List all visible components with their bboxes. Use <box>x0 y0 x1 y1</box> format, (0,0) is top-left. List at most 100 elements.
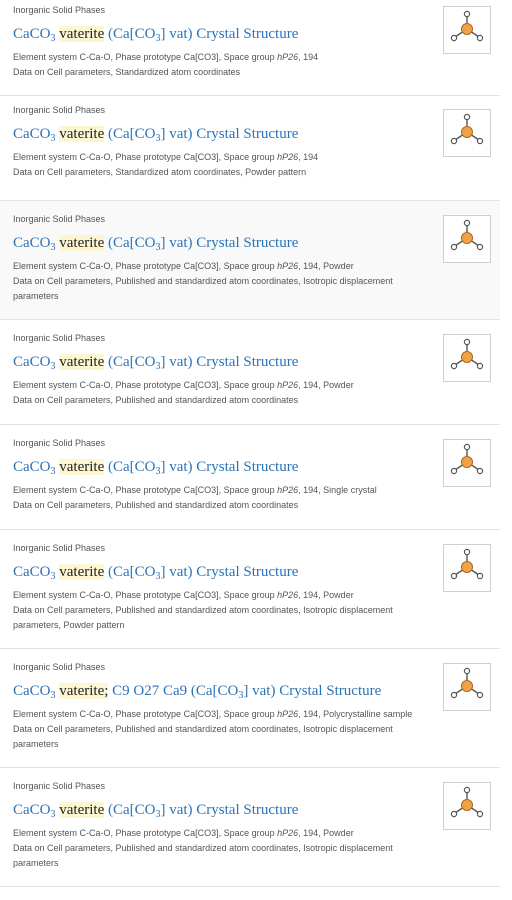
crystal-structure-icon <box>450 548 484 580</box>
crystal-structure-thumbnail[interactable] <box>443 663 491 711</box>
meta-system-text: Element system C-Ca-O, Phase prototype C… <box>13 485 278 495</box>
result-title-link[interactable]: CaCO3 vaterite (Ca[CO3] vat) Crystal Str… <box>13 235 299 253</box>
title-suffix: ] vat) Crystal Structure <box>160 354 299 370</box>
formula-subscript: 3 <box>50 690 56 701</box>
prototype-text: (Ca[CO <box>107 26 156 42</box>
meta-line-2: Data on Cell parameters, Published and s… <box>13 276 393 286</box>
meta-system-text: Element system C-Ca-O, Phase prototype C… <box>13 152 278 162</box>
result-category: Inorganic Solid Phases <box>13 781 106 791</box>
meta-line-2: Data on Cell parameters, Published and s… <box>13 724 393 734</box>
meta-space-group-number: , 194, Polycrystalline sample <box>298 709 413 719</box>
meta-line-3: parameters, Powder pattern <box>13 620 125 630</box>
meta-space-group-number: , 194, Powder <box>298 261 354 271</box>
result-title-link[interactable]: CaCO3 vaterite; C9 O27 Ca9 (Ca[CO3] vat)… <box>13 683 381 701</box>
result-meta: Element system C-Ca-O, Phase prototype C… <box>13 378 413 408</box>
result-category: Inorganic Solid Phases <box>13 105 106 115</box>
result-meta: Element system C-Ca-O, Phase prototype C… <box>13 707 413 752</box>
formula-subscript: 3 <box>50 133 56 144</box>
formula-text: CaCO <box>13 26 51 42</box>
space-group-symbol: hP26 <box>277 828 299 838</box>
result-item: Inorganic Solid Phases CaCO3 vaterite (C… <box>0 530 500 649</box>
result-title-link[interactable]: CaCO3 vaterite (Ca[CO3] vat) Crystal Str… <box>13 126 299 144</box>
meta-space-group-number: , 194, Powder <box>298 590 354 600</box>
meta-line-3: parameters <box>13 739 59 749</box>
crystal-structure-thumbnail[interactable] <box>443 6 491 54</box>
meta-line-1: Element system C-Ca-O, Phase prototype C… <box>13 378 413 393</box>
space-group-symbol: hP26 <box>277 590 299 600</box>
crystal-structure-thumbnail[interactable] <box>443 544 491 592</box>
meta-system-text: Element system C-Ca-O, Phase prototype C… <box>13 590 278 600</box>
search-highlight: vaterite <box>59 459 105 475</box>
meta-line-1: Element system C-Ca-O, Phase prototype C… <box>13 707 413 722</box>
result-title-link[interactable]: CaCO3 vaterite (Ca[CO3] vat) Crystal Str… <box>13 26 299 44</box>
result-category: Inorganic Solid Phases <box>13 543 106 553</box>
prototype-text: (Ca[CO <box>107 802 156 818</box>
formula-subscript: 3 <box>50 242 56 253</box>
search-highlight: vaterite <box>59 564 105 580</box>
search-highlight: vaterite <box>59 235 105 251</box>
crystal-structure-thumbnail[interactable] <box>443 215 491 263</box>
result-title-link[interactable]: CaCO3 vaterite (Ca[CO3] vat) Crystal Str… <box>13 459 299 477</box>
result-meta: Element system C-Ca-O, Phase prototype C… <box>13 483 413 513</box>
crystal-structure-thumbnail[interactable] <box>443 782 491 830</box>
result-category: Inorganic Solid Phases <box>13 438 106 448</box>
crystal-structure-icon <box>450 667 484 699</box>
result-meta: Element system C-Ca-O, Phase prototype C… <box>13 150 413 180</box>
result-title-link[interactable]: CaCO3 vaterite (Ca[CO3] vat) Crystal Str… <box>13 564 298 582</box>
result-item: Inorganic Solid Phases CaCO3 vaterite; C… <box>0 649 500 768</box>
result-meta: Element system C-Ca-O, Phase prototype C… <box>13 50 413 80</box>
meta-space-group-number: , 194, Powder <box>298 828 354 838</box>
crystal-structure-thumbnail[interactable] <box>443 334 491 382</box>
result-category: Inorganic Solid Phases <box>13 333 106 343</box>
search-results-list: Inorganic Solid Phases CaCO3 vaterite (C… <box>0 0 500 887</box>
search-highlight: vaterite <box>59 354 105 370</box>
prototype-text: (Ca[CO <box>107 564 156 580</box>
formula-text: CaCO <box>13 683 51 699</box>
result-item: Inorganic Solid Phases CaCO3 vaterite (C… <box>0 96 500 201</box>
meta-system-text: Element system C-Ca-O, Phase prototype C… <box>13 709 278 719</box>
prototype-text: (Ca[CO <box>107 126 156 142</box>
meta-system-text: Element system C-Ca-O, Phase prototype C… <box>13 52 278 62</box>
space-group-symbol: hP26 <box>277 152 299 162</box>
meta-line-2: Data on Cell parameters, Published and s… <box>13 843 393 853</box>
space-group-symbol: hP26 <box>277 261 299 271</box>
meta-line-2: Data on Cell parameters, Published and s… <box>13 500 299 510</box>
meta-line-3: parameters <box>13 291 59 301</box>
formula-subscript: 3 <box>50 33 56 44</box>
crystal-structure-icon <box>450 113 484 145</box>
meta-line-2: Data on Cell parameters, Standardized at… <box>13 167 307 177</box>
result-title-link[interactable]: CaCO3 vaterite (Ca[CO3] vat) Crystal Str… <box>13 354 299 372</box>
space-group-symbol: hP26 <box>277 380 299 390</box>
formula-text: CaCO <box>13 354 51 370</box>
result-item: Inorganic Solid Phases CaCO3 vaterite (C… <box>0 0 500 96</box>
meta-line-1: Element system C-Ca-O, Phase prototype C… <box>13 483 413 498</box>
title-suffix: ] vat) Crystal Structure <box>160 235 299 251</box>
search-highlight: vaterite <box>59 802 105 818</box>
meta-line-1: Element system C-Ca-O, Phase prototype C… <box>13 150 413 165</box>
crystal-structure-icon <box>450 219 484 251</box>
result-item: Inorganic Solid Phases CaCO3 vaterite (C… <box>0 768 500 887</box>
meta-line-3: parameters <box>13 858 59 868</box>
crystal-structure-thumbnail[interactable] <box>443 439 491 487</box>
prototype-text: (Ca[CO <box>107 459 156 475</box>
meta-system-text: Element system C-Ca-O, Phase prototype C… <box>13 380 278 390</box>
title-suffix: ] vat) Crystal Structure <box>160 26 299 42</box>
result-meta: Element system C-Ca-O, Phase prototype C… <box>13 826 413 871</box>
crystal-structure-icon <box>450 338 484 370</box>
formula-text: CaCO <box>13 126 51 142</box>
meta-system-text: Element system C-Ca-O, Phase prototype C… <box>13 828 278 838</box>
formula-text: CaCO <box>13 802 51 818</box>
title-suffix: ] vat) Crystal Structure <box>160 126 299 142</box>
crystal-structure-thumbnail[interactable] <box>443 109 491 157</box>
title-suffix: ] vat) Crystal Structure <box>160 459 299 475</box>
crystal-structure-icon <box>450 443 484 475</box>
result-title-link[interactable]: CaCO3 vaterite (Ca[CO3] vat) Crystal Str… <box>13 802 298 820</box>
space-group-symbol: hP26 <box>277 709 299 719</box>
space-group-symbol: hP26 <box>277 52 299 62</box>
formula-subscript: 3 <box>50 809 56 820</box>
search-highlight: vaterite <box>59 126 105 142</box>
meta-line-2: Data on Cell parameters, Standardized at… <box>13 67 241 77</box>
prototype-text: (Ca[CO <box>190 683 239 699</box>
formula-subscript: 3 <box>50 466 56 477</box>
result-item: Inorganic Solid Phases CaCO3 vaterite (C… <box>0 320 500 425</box>
